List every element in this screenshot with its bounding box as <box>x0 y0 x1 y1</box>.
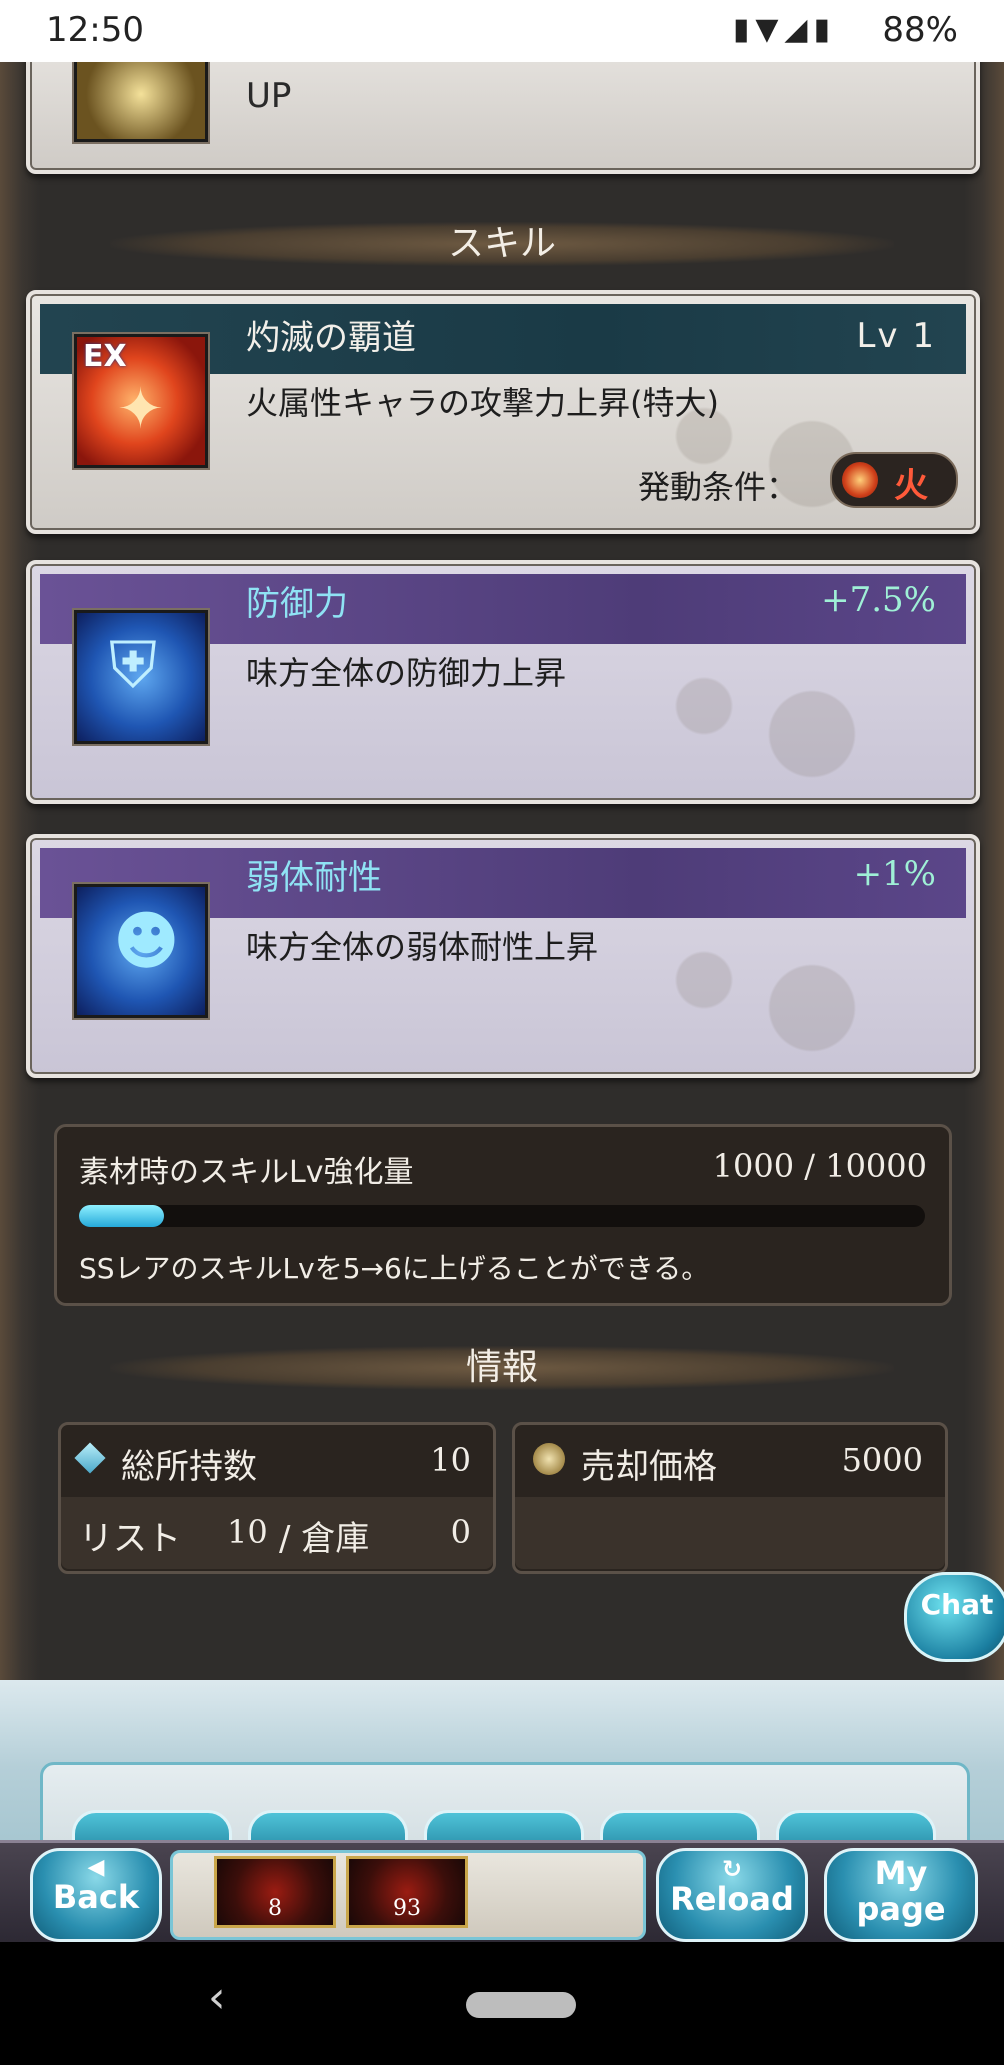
fire-condition-badge: 火 <box>830 452 958 508</box>
list-row: リスト 10 / 倉庫 0 <box>61 1497 493 1569</box>
storage-label: / 倉庫 <box>279 1519 370 1559</box>
section-header-info: 情報 <box>110 1346 894 1390</box>
skill-card-debuff-resist[interactable]: ☻ 弱体耐性 +1% 味方全体の弱体耐性上昇 <box>26 834 980 1078</box>
battery-percent: 88% <box>882 10 958 50</box>
system-navigation-bar: ‹ <box>0 1942 1004 2065</box>
quick-slot-2[interactable]: 93 <box>346 1856 468 1928</box>
back-button[interactable]: ◀ Back <box>30 1848 162 1942</box>
skill-card-ex[interactable]: EX ✦ 灼滅の覇道 Lv 1 火属性キャラの攻撃力上昇(特大) 発動条件： 火 <box>26 290 980 534</box>
skill-name: 防御力 <box>246 584 348 624</box>
diamond-icon <box>74 1442 106 1474</box>
back-label: Back <box>52 1878 140 1916</box>
skill-name: 灼滅の覇道 <box>246 318 416 358</box>
material-progress-bar <box>79 1205 925 1227</box>
sell-row: 売却価格 5000 <box>515 1425 945 1497</box>
debuff-resist-icon: ☻ <box>74 884 208 1018</box>
mypage-label-line2: page <box>856 1890 946 1928</box>
material-label: 素材時のスキルLv強化量 <box>79 1155 414 1190</box>
skill-description: 味方全体の弱体耐性上昇 <box>246 928 599 966</box>
reload-icon: ↻ <box>721 1855 743 1883</box>
shield-icon: ⛨ <box>74 610 208 744</box>
condition-label: 発動条件： <box>638 468 799 506</box>
material-note: SSレアのスキルLvを5→6に上げることができる。 <box>79 1252 710 1285</box>
status-time: 12:50 <box>46 10 144 50</box>
list-label: リスト <box>79 1519 181 1559</box>
sell-price-box: 売却価格 5000 <box>512 1422 948 1574</box>
skill-description: 味方全体の防御力上昇 <box>246 654 567 692</box>
status-bar: 12:50 ▮▼◢▮ 88% <box>0 0 1004 62</box>
top-panel: UP <box>26 62 980 174</box>
flame-icon: ✦ <box>117 377 164 442</box>
ornament <box>596 924 956 1064</box>
reload-label: Reload <box>670 1880 794 1918</box>
total-value: 10 <box>430 1441 471 1479</box>
back-arrow-icon: ◀ <box>87 1855 105 1880</box>
total-row: 総所持数 10 <box>61 1425 493 1497</box>
fire-element-icon <box>842 462 878 498</box>
skill-card-defense[interactable]: ⛨ 防御力 +7.5% 味方全体の防御力上昇 <box>26 560 980 804</box>
skill-name: 弱体耐性 <box>246 858 382 898</box>
system-back-icon[interactable]: ‹ <box>208 1972 226 2023</box>
reload-button[interactable]: ↻ Reload <box>656 1848 808 1942</box>
game-area: UP スキル EX ✦ 灼滅の覇道 Lv 1 火属性キャラの攻撃力上昇(特大) … <box>0 62 1004 1902</box>
slot-2-count: 93 <box>393 1896 421 1921</box>
storage-value: 0 <box>450 1513 471 1551</box>
material-value: 1000 / 10000 <box>712 1147 927 1185</box>
coin-icon <box>533 1443 565 1475</box>
mypage-label-line1: My <box>874 1854 928 1892</box>
ex-badge: EX <box>83 339 127 374</box>
section-header-skill: スキル <box>110 222 894 266</box>
skill-level: Lv 1 <box>856 316 936 356</box>
ornament <box>596 650 956 790</box>
material-progress-fill <box>79 1205 164 1227</box>
slot-1-count: 8 <box>268 1896 282 1921</box>
sell-label: 売却価格 <box>581 1447 717 1487</box>
list-value: 10 <box>227 1513 268 1551</box>
person-glyph-icon: ☻ <box>113 905 180 979</box>
quick-slot-1[interactable]: 8 <box>214 1856 336 1928</box>
total-label: 総所持数 <box>121 1447 257 1487</box>
top-panel-text: UP <box>246 76 292 116</box>
sword-up-icon <box>74 62 208 142</box>
material-skill-box: 素材時のスキルLv強化量 1000 / 10000 SSレアのスキルLvを5→6… <box>54 1124 952 1306</box>
fire-attack-skill-icon: EX ✦ <box>74 334 208 468</box>
ownership-box: 総所持数 10 リスト 10 / 倉庫 0 <box>58 1422 496 1574</box>
condition-value: 火 <box>894 466 928 506</box>
shield-glyph-icon: ⛨ <box>109 629 157 703</box>
chat-button[interactable]: Chat <box>904 1572 1004 1662</box>
mypage-button[interactable]: My page <box>824 1848 978 1942</box>
status-icons: ▮▼◢▮ <box>732 12 836 47</box>
sell-row-empty <box>515 1497 945 1569</box>
system-home-pill[interactable] <box>466 1992 576 2018</box>
skill-description: 火属性キャラの攻撃力上昇(特大) <box>246 384 719 422</box>
sell-value: 5000 <box>841 1441 923 1479</box>
skill-bonus: +7.5% <box>821 580 936 620</box>
skill-bonus: +1% <box>853 854 936 894</box>
